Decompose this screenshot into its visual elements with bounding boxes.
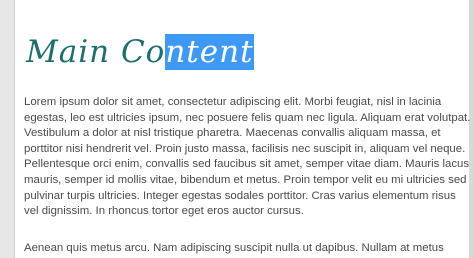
left-border [0,0,15,258]
page-title[interactable]: Main Content [26,30,254,74]
page: Main Content Lorem ipsum dolor sit amet,… [0,0,474,258]
body-paragraph-1: Lorem ipsum dolor sit amet, consectetur … [24,96,471,218]
body-paragraph-2: Aenean quis metus arcu. Nam adipiscing s… [24,242,444,254]
page-title-selected-text[interactable]: ntent [165,34,254,70]
page-title-text: Main Co [26,34,166,70]
